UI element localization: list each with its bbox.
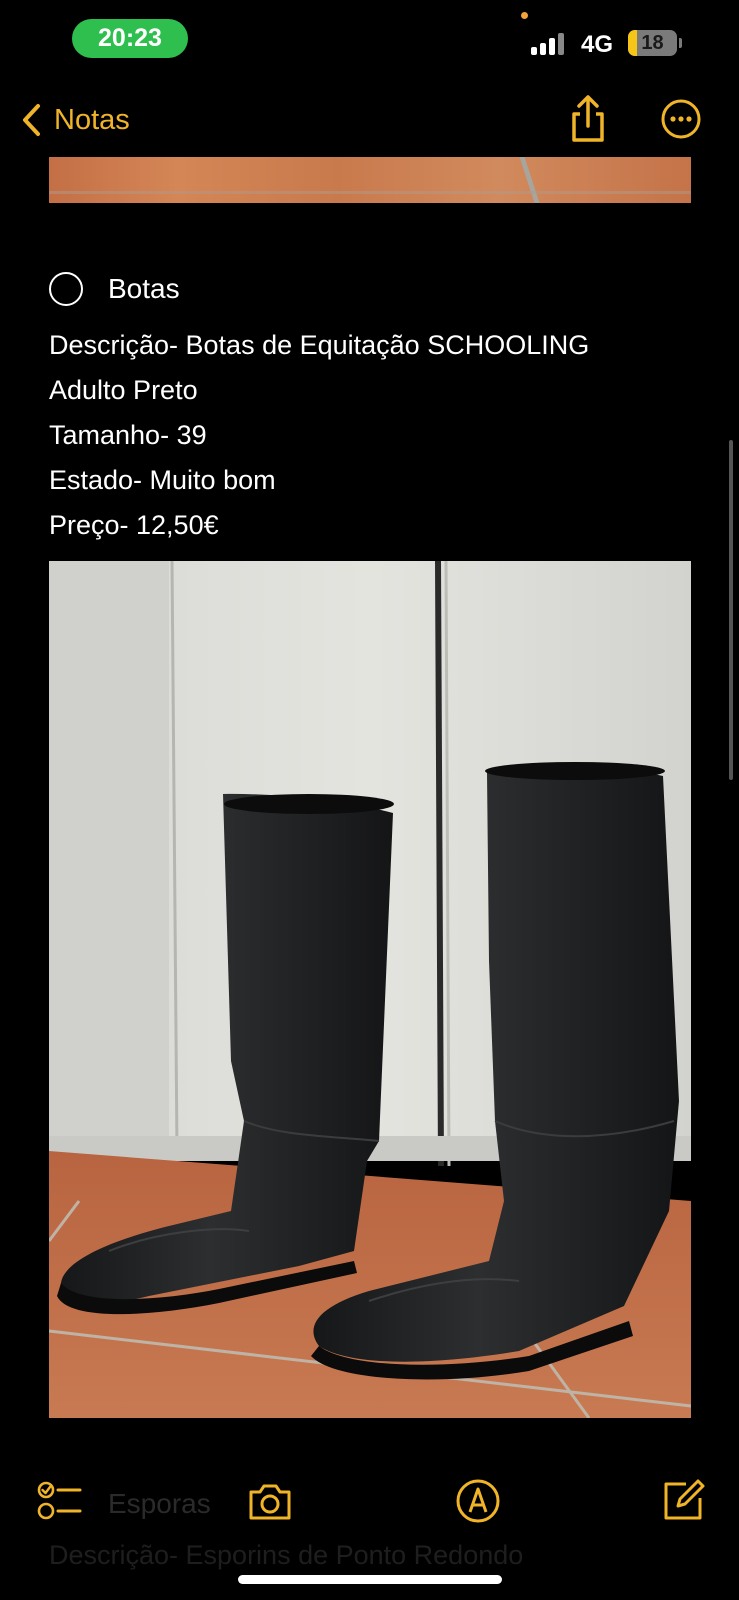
- checklist-row: Botas: [49, 272, 180, 306]
- note-line[interactable]: Estado- Muito bom: [49, 465, 276, 496]
- checklist-item-label[interactable]: Botas: [108, 273, 180, 305]
- next-note-line: Descrição- Esporins de Ponto Redondo: [49, 1540, 524, 1570]
- chevron-left-icon: [23, 104, 40, 136]
- battery-icon: 18: [628, 30, 677, 56]
- battery-level: 18: [641, 32, 664, 54]
- cellular-signal-icon: [531, 33, 571, 55]
- markup-icon[interactable]: [455, 1478, 501, 1524]
- more-icon[interactable]: [660, 98, 702, 140]
- note-line[interactable]: Descrição- Botas de Equitação SCHOOLING: [49, 330, 589, 361]
- note-image-boots[interactable]: [49, 561, 691, 1418]
- note-line[interactable]: Preço- 12,50€: [49, 510, 219, 541]
- checklist-icon[interactable]: [36, 1478, 82, 1524]
- share-icon[interactable]: [565, 94, 611, 144]
- back-label: Notas: [54, 103, 130, 136]
- network-type: 4G: [581, 31, 614, 58]
- privacy-indicator-icon: [521, 12, 528, 19]
- camera-icon[interactable]: [247, 1478, 293, 1524]
- note-image-previous[interactable]: [49, 157, 691, 203]
- status-time: 20:23: [72, 19, 188, 58]
- home-indicator[interactable]: [238, 1575, 502, 1584]
- compose-icon[interactable]: [660, 1478, 706, 1524]
- checkbox-icon[interactable]: [49, 272, 83, 306]
- scroll-indicator[interactable]: [729, 440, 733, 780]
- note-line[interactable]: Adulto Preto: [49, 375, 198, 406]
- note-line[interactable]: Tamanho- 39: [49, 420, 207, 451]
- back-button[interactable]: Notas: [18, 96, 130, 144]
- battery-nub: [679, 38, 682, 48]
- next-checklist-item: Esporas: [108, 1488, 211, 1519]
